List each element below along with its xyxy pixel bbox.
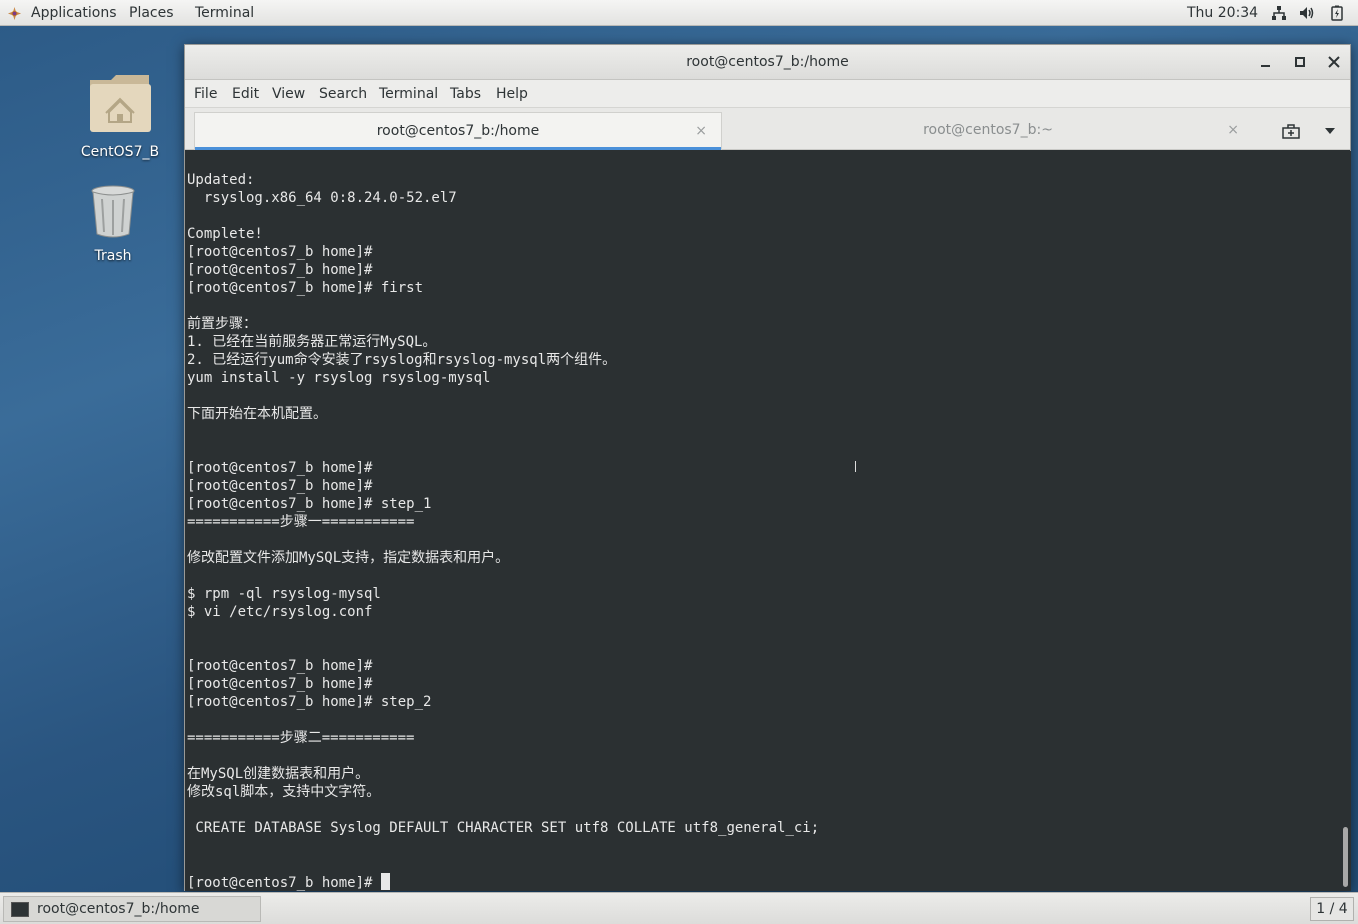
terminal-icon xyxy=(11,902,29,917)
terminal-window: root@centos7_b:/home File Edit View Sear… xyxy=(184,44,1351,891)
window-titlebar[interactable]: root@centos7_b:/home xyxy=(185,45,1350,80)
terminal-line: rsyslog.x86_64 0:8.24.0-52.el7 xyxy=(187,190,457,206)
tab-root-home[interactable]: root@centos7_b:~ × xyxy=(723,112,1253,150)
terminal-scrollbar[interactable] xyxy=(1339,151,1351,891)
menubar: File Edit View Search Terminal Tabs Help xyxy=(185,80,1350,108)
close-icon[interactable] xyxy=(1326,54,1342,70)
terminal-line: 在MySQL创建数据表和用户。 xyxy=(187,766,370,782)
terminal-line: 修改配置文件添加MySQL支持，指定数据表和用户。 xyxy=(187,550,510,566)
terminal-line: 下面开始在本机配置。 xyxy=(187,406,327,422)
bottom-panel: root@centos7_b:/home 1 / 4 xyxy=(0,892,1358,924)
places-menu[interactable]: Places xyxy=(129,0,174,26)
menu-tabs[interactable]: Tabs xyxy=(450,80,481,109)
terminal-line: [root@centos7_b home]# step_1 xyxy=(187,496,432,512)
taskbar-item-terminal[interactable]: root@centos7_b:/home xyxy=(3,896,261,922)
terminal-line: [root@centos7_b home]# xyxy=(187,676,373,692)
terminal-line: ===========步骤二=========== xyxy=(187,730,415,746)
minimize-icon[interactable] xyxy=(1258,54,1274,70)
tab-close-icon[interactable]: × xyxy=(1227,112,1239,148)
desktop-icon-trash[interactable]: Trash xyxy=(78,184,148,264)
terminal-cursor xyxy=(380,873,390,890)
terminal-line: ===========步骤一=========== xyxy=(187,514,415,530)
taskbar-item-label: root@centos7_b:/home xyxy=(37,901,200,917)
volume-icon[interactable] xyxy=(1299,5,1315,21)
text-cursor-ibeam-icon xyxy=(855,461,859,472)
home-folder-icon xyxy=(90,75,151,132)
scrollbar-thumb[interactable] xyxy=(1343,827,1348,887)
active-tab-indicator xyxy=(195,147,721,150)
terminal-line: [root@centos7_b home]# xyxy=(187,478,373,494)
applications-menu-icon[interactable] xyxy=(7,6,22,21)
applications-menu[interactable]: Applications xyxy=(31,0,117,26)
terminal-text: Updated: rsyslog.x86_64 0:8.24.0-52.el7 C… xyxy=(187,171,819,891)
menu-view[interactable]: View xyxy=(272,80,305,109)
terminal-prompt-line: [root@centos7_b home]# xyxy=(187,873,819,891)
terminal-line: 前置步骤： xyxy=(187,316,257,332)
menu-edit[interactable]: Edit xyxy=(232,80,259,109)
terminal-line: $ rpm -ql rsyslog-mysql xyxy=(187,586,381,602)
top-panel: Applications Places Terminal Thu 20:34 xyxy=(0,0,1358,26)
new-tab-icon[interactable] xyxy=(1282,123,1300,139)
terminal-output[interactable]: Updated: rsyslog.x86_64 0:8.24.0-52.el7 C… xyxy=(185,151,1339,891)
terminal-line: [root@centos7_b home]# step_2 xyxy=(187,694,432,710)
terminal-line: [root@centos7_b home]# xyxy=(187,244,373,260)
menu-help[interactable]: Help xyxy=(496,80,528,109)
terminal-line: CREATE DATABASE Syslog DEFAULT CHARACTER… xyxy=(187,820,820,836)
terminal-line: Updated: xyxy=(187,172,255,188)
desktop-icon-home[interactable]: CentOS7_B xyxy=(78,70,162,160)
terminal-app-menu[interactable]: Terminal xyxy=(195,0,254,26)
window-title: root@centos7_b:/home xyxy=(686,54,849,70)
maximize-icon[interactable] xyxy=(1292,54,1308,70)
tab-label: root@centos7_b:/home xyxy=(376,123,540,139)
desktop-icon-label: CentOS7_B xyxy=(80,144,160,160)
workspace-switcher[interactable]: 1 / 4 xyxy=(1310,897,1354,921)
terminal-line: Complete! xyxy=(187,226,263,242)
terminal-line: 修改sql脚本，支持中文字符。 xyxy=(187,784,381,800)
terminal-line: yum install -y rsyslog rsyslog-mysql xyxy=(187,370,491,386)
tab-close-icon[interactable]: × xyxy=(695,113,707,149)
clock[interactable]: Thu 20:34 xyxy=(1187,0,1258,26)
terminal-line: [root@centos7_b home]# xyxy=(187,262,373,278)
menu-search[interactable]: Search xyxy=(319,80,367,109)
battery-icon[interactable] xyxy=(1329,5,1345,21)
tab-home[interactable]: root@centos7_b:/home × xyxy=(194,112,722,150)
network-icon[interactable] xyxy=(1271,5,1287,21)
terminal-line: [root@centos7_b home]# first xyxy=(187,280,424,296)
trash-icon xyxy=(91,185,135,238)
terminal-line: 2. 已经运行yum命令安装了rsyslog和rsyslog-mysql两个组件… xyxy=(187,352,617,368)
tab-menu-chevron-down-icon[interactable] xyxy=(1325,128,1335,134)
menu-terminal[interactable]: Terminal xyxy=(379,80,438,109)
tab-label: root@centos7_b:~ xyxy=(923,122,1053,138)
terminal-line: 1. 已经在当前服务器正常运行MySQL。 xyxy=(187,334,437,350)
terminal-line: $ vi /etc/rsyslog.conf xyxy=(187,604,373,620)
terminal-line: [root@centos7_b home]# xyxy=(187,460,373,476)
menu-file[interactable]: File xyxy=(194,80,217,109)
terminal-line: [root@centos7_b home]# xyxy=(187,658,373,674)
desktop-icon-label: Trash xyxy=(94,248,132,264)
tab-bar: root@centos7_b:/home × root@centos7_b:~ … xyxy=(185,108,1350,150)
